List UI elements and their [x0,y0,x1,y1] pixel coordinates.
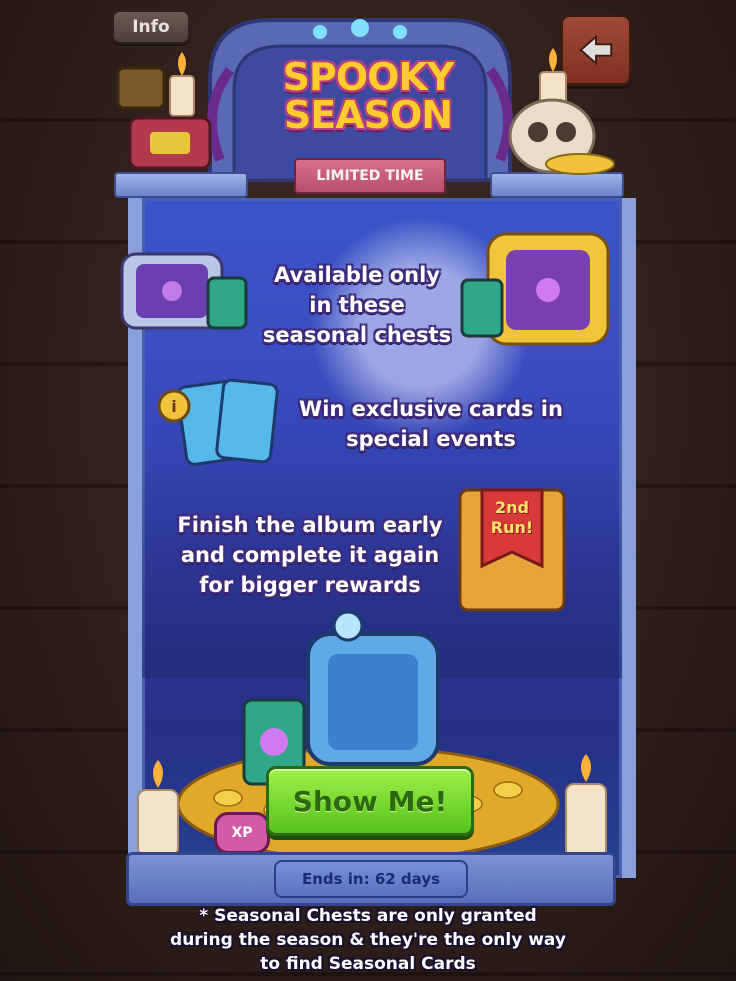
footnote-line-1: * Seasonal Chests are only granted [199,906,537,926]
second-run-line-2: Run! [490,518,534,537]
candle-right-icon [565,754,607,861]
footnote-line-3: to find Seasonal Cards [260,954,476,974]
candle-and-chest-decoration [116,52,212,170]
album-book-icon: 2nd Run! [456,482,568,618]
info-button[interactable]: Info [112,10,190,44]
feature-text-exclusive-cards: Win exclusive cards in special events [296,394,566,454]
seasonal-footnote: * Seasonal Chests are only granted durin… [150,904,586,976]
svg-text:i: i [171,397,176,416]
silver-chest-icon [120,252,248,330]
limited-time-ribbon: LIMITED TIME [294,158,446,194]
feature-1-line-3: seasonal chests [262,323,452,347]
show-me-label: Show Me! [292,784,448,818]
ribbon-label: LIMITED TIME [316,168,424,184]
title-line-2: SEASON [283,93,453,137]
feature-3-line-1: Finish the album early [177,513,443,537]
info-button-label: Info [132,17,170,37]
event-title: SPOOKY SEASON [250,58,486,134]
feature-text-seasonal-chests: Available only in these seasonal chests [262,260,452,350]
second-run-label: 2nd Run! [482,498,542,538]
feature-1-line-2: in these [309,293,405,317]
gold-chest-icon [460,232,610,346]
feature-2-line-2: special events [346,427,516,451]
feature-2-line-1: Win exclusive cards in [299,397,563,421]
xp-label: XP [231,825,253,841]
candle-left-icon [137,760,179,857]
skull-and-candle-decoration [508,48,615,175]
ends-in-timer: Ends in: 62 days [274,860,468,898]
second-run-line-1: 2nd [495,498,529,517]
xp-potion-icon: XP [214,812,270,854]
right-shelf [490,172,624,198]
feature-3-line-2: and complete it again [180,543,440,567]
feature-3-line-3: for bigger rewards [199,573,421,597]
show-me-button[interactable]: Show Me! [266,766,474,836]
feature-1-line-1: Available only [274,263,440,287]
feature-text-second-run: Finish the album early and complete it a… [174,510,446,600]
title-line-1: SPOOKY [282,55,455,99]
footnote-line-2: during the season & they're the only way [170,930,566,950]
exclusive-cards-icon: i [157,378,279,466]
ends-in-label: Ends in: 62 days [301,870,441,888]
